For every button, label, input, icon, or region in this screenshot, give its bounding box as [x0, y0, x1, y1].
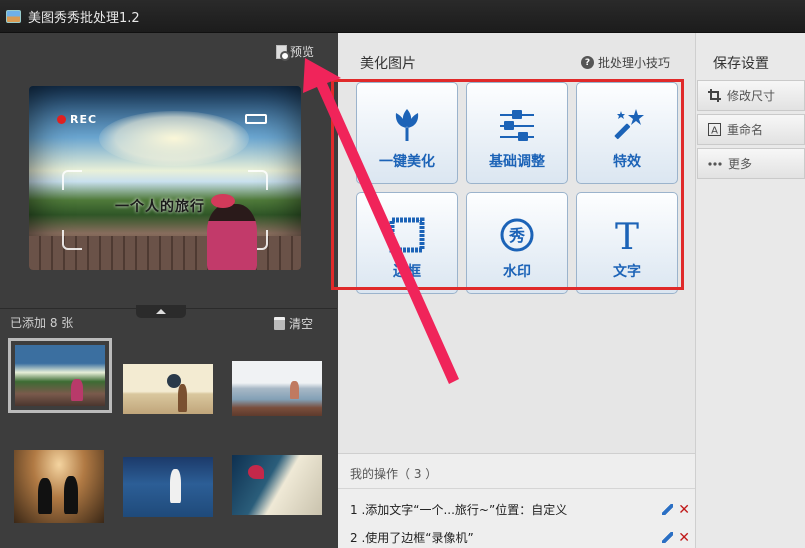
resize-button[interactable]: 修改尺寸: [697, 80, 805, 111]
operation-text: 1 .添加文字“一个...旅行~”位置：自定义: [350, 503, 568, 517]
thumb-figure: [290, 381, 299, 399]
person-figure: [207, 204, 257, 270]
rename-button[interactable]: A 重命名: [697, 114, 805, 145]
thumb-figure: [178, 384, 187, 412]
thumb-figure: [38, 478, 52, 514]
thumb-figure: [71, 379, 83, 401]
thumbnail-2[interactable]: [123, 364, 213, 414]
highlight-box: [331, 79, 684, 290]
operation-row: 1 .添加文字“一个...旅行~”位置：自定义 ✕: [350, 501, 695, 518]
edit-pencil-icon[interactable]: [662, 504, 674, 515]
batch-tips-link[interactable]: ? 批处理小技巧: [580, 54, 670, 71]
frame-corner: [248, 170, 268, 190]
thumb-umbrella: [167, 374, 181, 388]
svg-text:A: A: [711, 126, 718, 137]
main-preview-image: REC 一个人的旅行: [29, 86, 301, 270]
more-icon: [708, 161, 722, 166]
more-button[interactable]: 更多: [697, 148, 805, 179]
delete-x-icon[interactable]: ✕: [678, 530, 690, 546]
thumb-heart: [248, 465, 264, 479]
save-settings-panel: 保存设置 修改尺寸 A 重命名 更多: [695, 33, 805, 548]
operations-divider: [338, 488, 695, 489]
thumb-figure: [170, 469, 181, 503]
question-icon: ?: [580, 56, 594, 69]
resize-label: 修改尺寸: [727, 89, 776, 103]
operations-panel: 我的操作（ 3 ） 1 .添加文字“一个...旅行~”位置：自定义 ✕ 2 .使…: [338, 453, 695, 548]
clear-label: 清空: [289, 317, 314, 331]
trash-icon: [274, 317, 285, 330]
operation-text: 2 .使用了边框“录像机”: [350, 531, 474, 545]
battery-icon: [245, 114, 267, 124]
preview-button[interactable]: 预览: [276, 43, 315, 61]
tips-label: 批处理小技巧: [597, 56, 670, 70]
edit-pencil-icon[interactable]: [662, 532, 674, 543]
window-title: 美图秀秀批处理1.2: [28, 10, 140, 26]
preview-label: 预览: [290, 45, 315, 59]
operations-title: 我的操作（ 3 ）: [350, 467, 438, 481]
frame-corner: [62, 230, 82, 250]
cloud-shape: [99, 111, 249, 166]
rec-label: REC: [70, 113, 98, 126]
rec-indicator: REC: [57, 113, 97, 126]
operation-row: 2 .使用了边框“录像机” ✕: [350, 529, 695, 546]
photo-caption: 一个人的旅行: [115, 199, 205, 215]
beautify-title: 美化图片: [360, 56, 416, 72]
app-icon: [6, 9, 21, 23]
crop-icon: [708, 89, 721, 102]
rec-dot-icon: [57, 115, 66, 124]
thumbnail-3[interactable]: [232, 361, 322, 416]
thumb-figure: [64, 476, 78, 514]
rename-icon: A: [708, 123, 721, 136]
title-bar: 美图秀秀批处理1.2: [0, 0, 805, 33]
thumbnail-4[interactable]: [14, 450, 104, 523]
delete-x-icon[interactable]: ✕: [678, 502, 690, 518]
chevron-up-icon: [156, 309, 166, 314]
added-count-label: 已添加 8 张: [10, 316, 74, 330]
app-window: 美图秀秀批处理1.2 预览 REC 一个人的旅行 已添加 8 张 清空 美化图片…: [0, 0, 805, 548]
save-settings-title: 保存设置: [713, 56, 769, 72]
thumbnail-6[interactable]: [232, 455, 322, 515]
thumbnail-5[interactable]: [123, 457, 213, 517]
preview-icon: [276, 44, 290, 61]
frame-corner: [62, 170, 82, 190]
rename-label: 重命名: [727, 123, 764, 137]
hat-shape: [211, 194, 235, 208]
clear-button[interactable]: 清空: [274, 315, 313, 332]
collapse-toggle[interactable]: [136, 305, 186, 318]
more-label: 更多: [728, 157, 753, 171]
thumbnail-1-selected[interactable]: [8, 338, 112, 413]
